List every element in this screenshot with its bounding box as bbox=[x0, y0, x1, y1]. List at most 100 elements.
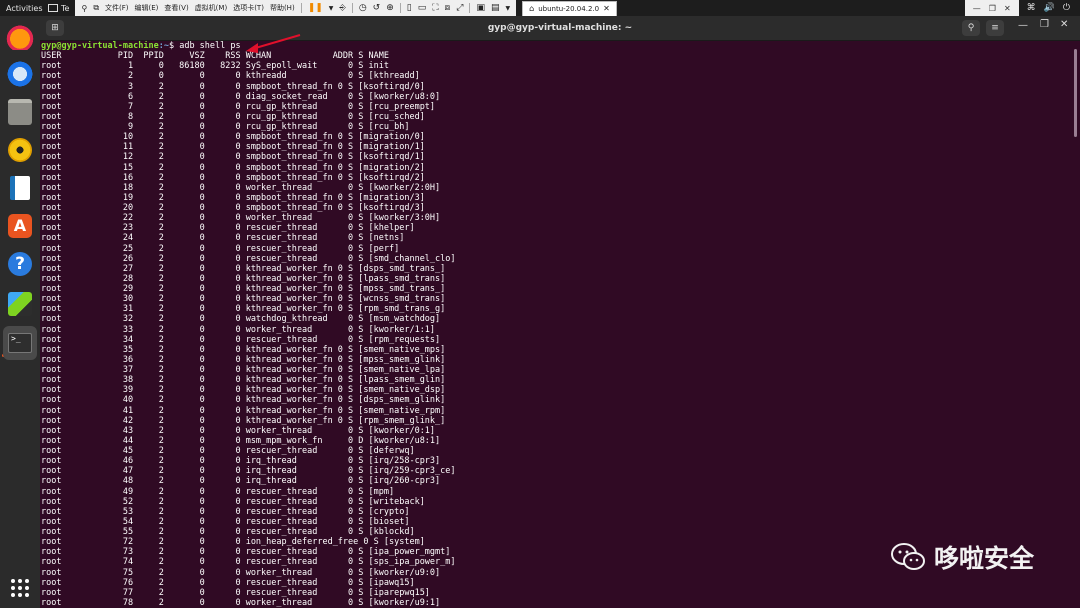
show-applications-icon[interactable] bbox=[6, 574, 34, 602]
send-keys-icon[interactable]: ⎆ bbox=[339, 3, 345, 13]
menu-button[interactable]: ≡ bbox=[986, 20, 1004, 36]
table-row: root 38 2 0 0 kthread_worker_fn 0 S [lpa… bbox=[41, 375, 446, 386]
close-icon[interactable]: ✕ bbox=[1060, 19, 1068, 30]
maximize-icon[interactable]: ❐ bbox=[1040, 19, 1049, 30]
menu-tabs[interactable]: 选项卡(T) bbox=[233, 3, 264, 13]
menu-view[interactable]: 查看(V) bbox=[164, 3, 188, 13]
menu-help[interactable]: 帮助(H) bbox=[270, 3, 295, 13]
table-row: root 30 2 0 0 kthread_worker_fn 0 S [wcn… bbox=[41, 294, 446, 305]
snapshot-icon[interactable]: ◷ bbox=[359, 3, 367, 13]
vm-tab[interactable]: ⌂ ubuntu-20.04.2.0 ✕ bbox=[522, 0, 617, 16]
table-row: root 46 2 0 0 irq_thread 0 S [irq/258-cp… bbox=[41, 456, 441, 467]
app-icon[interactable] bbox=[6, 290, 34, 318]
table-row: root 18 2 0 0 worker_thread 0 S [kworker… bbox=[41, 182, 441, 193]
snapshot-manager-icon[interactable]: ⊕ bbox=[386, 3, 394, 13]
close-icon[interactable]: ✕ bbox=[1004, 4, 1011, 13]
restore-icon[interactable]: ❐ bbox=[989, 4, 996, 13]
terminal-output[interactable]: gyp@gyp-virtual-machine:~$ adb shell ps … bbox=[40, 41, 1072, 608]
files-icon[interactable] bbox=[6, 98, 34, 126]
ubuntu-software-icon[interactable]: A bbox=[6, 212, 34, 240]
menu-edit[interactable]: 编辑(E) bbox=[135, 3, 159, 13]
table-row: root 3 2 0 0 smpboot_thread_fn 0 S [ksof… bbox=[41, 81, 425, 92]
minimize-icon[interactable]: — bbox=[973, 4, 981, 13]
thumbnail-view-icon[interactable]: ▭ bbox=[418, 3, 427, 13]
table-row: root 10 2 0 0 smpboot_thread_fn 0 S [mig… bbox=[41, 132, 425, 143]
annotation-arrow bbox=[246, 34, 301, 53]
table-row: root 35 2 0 0 kthread_worker_fn 0 S [sme… bbox=[41, 344, 446, 355]
vm-tab-label: ubuntu-20.04.2.0 bbox=[538, 4, 600, 13]
stretch-icon[interactable]: ⤢ bbox=[456, 3, 463, 13]
table-row: root 27 2 0 0 kthread_worker_fn 0 S [dsp… bbox=[41, 263, 446, 274]
search-button[interactable]: ⚲ bbox=[962, 20, 980, 36]
thunderbird-icon[interactable] bbox=[6, 60, 34, 88]
power-icon[interactable]: ⏻ bbox=[1063, 3, 1070, 13]
window-title: gyp@gyp-virtual-machine: ~ bbox=[487, 23, 633, 33]
table-row: root 33 2 0 0 worker_thread 0 S [kworker… bbox=[41, 324, 436, 335]
vm-icon[interactable]: ⧉ bbox=[93, 3, 99, 13]
volume-icon[interactable]: 🔊 bbox=[1044, 3, 1055, 13]
firefox-icon[interactable] bbox=[6, 22, 34, 50]
window-icon bbox=[48, 4, 58, 12]
scroll-thumb[interactable] bbox=[1074, 49, 1077, 137]
ps-header: USER PID PPID VSZ RSS WCHAN ADDR S NAME bbox=[41, 51, 389, 62]
table-row: root 47 2 0 0 irq_thread 0 S [irq/259-cp… bbox=[41, 466, 456, 477]
table-row: root 29 2 0 0 kthread_worker_fn 0 S [mps… bbox=[41, 284, 446, 294]
divider bbox=[469, 3, 471, 13]
fullscreen-icon[interactable]: ⛶ bbox=[432, 3, 438, 13]
terminal-scrollbar[interactable] bbox=[1072, 41, 1080, 608]
activities-button[interactable]: Activities bbox=[0, 4, 48, 13]
prompt-path: :~ bbox=[158, 41, 169, 51]
divider bbox=[300, 3, 302, 13]
table-row: root 20 2 0 0 smpboot_thread_fn 0 S [kso… bbox=[41, 203, 425, 213]
table-row: root 8 2 0 0 rcu_gp_kthread 0 S [rcu_sch… bbox=[41, 111, 425, 122]
watermark-text: 哆啦安全 bbox=[934, 544, 1035, 573]
close-icon[interactable]: ✕ bbox=[603, 4, 610, 13]
table-row: root 9 2 0 0 rcu_gp_kthread 0 S [rcu_bh] bbox=[41, 122, 410, 132]
ps-rows: root 1 0 86180 8232 SyS_epoll_wait 0 S i… bbox=[41, 61, 1072, 608]
table-row: root 24 2 0 0 rescuer_thread 0 S [netns] bbox=[41, 233, 405, 244]
table-row: root 49 2 0 0 rescuer_thread 0 S [mpm] bbox=[41, 486, 395, 497]
table-row: root 55 2 0 0 rescuer_thread 0 S [kblock… bbox=[41, 527, 415, 537]
dropdown-icon[interactable]: ▼ bbox=[329, 5, 334, 12]
table-row: root 23 2 0 0 rescuer_thread 0 S [khelpe… bbox=[41, 223, 415, 234]
help-icon[interactable]: ? bbox=[6, 250, 34, 278]
table-row: root 1 0 86180 8232 SyS_epoll_wait 0 S i… bbox=[41, 61, 389, 72]
table-row: root 52 2 0 0 rescuer_thread 0 S [writeb… bbox=[41, 496, 425, 507]
table-row: root 40 2 0 0 kthread_worker_fn 0 S [dsp… bbox=[41, 395, 446, 406]
pause-icon[interactable]: ❚❚ bbox=[308, 3, 323, 13]
table-row: root 48 2 0 0 irq_thread 0 S [irq/260-cp… bbox=[41, 476, 441, 487]
console-icon[interactable]: ▣ bbox=[476, 3, 485, 13]
te-tab[interactable]: Te bbox=[48, 4, 75, 13]
prompt-line: gyp@gyp-virtual-machine:~$ adb shell ps bbox=[41, 41, 1072, 51]
dock: A ? >_ bbox=[0, 16, 40, 608]
table-row: root 7 2 0 0 rcu_gp_kthread 0 S [rcu_pre… bbox=[41, 101, 436, 112]
table-row: root 25 2 0 0 rescuer_thread 0 S [perf] bbox=[41, 243, 400, 254]
minimize-icon[interactable]: — bbox=[1018, 20, 1028, 31]
terminal-headerbar: ⊞ gyp@gyp-virtual-machine: ~ ⚲ ≡ — ❐ ✕ bbox=[40, 16, 1080, 41]
unity-icon[interactable]: ⧈ bbox=[445, 3, 451, 13]
menu-file[interactable]: 文件(F) bbox=[105, 3, 129, 13]
home-icon: ⌂ bbox=[529, 4, 535, 13]
divider bbox=[351, 3, 353, 13]
table-row: root 42 2 0 0 kthread_worker_fn 0 S [rpm… bbox=[41, 415, 446, 426]
libreoffice-writer-icon[interactable] bbox=[6, 174, 34, 202]
terminal-icon[interactable]: >_ bbox=[3, 326, 37, 360]
table-row: root 54 2 0 0 rescuer_thread 0 S [bioset… bbox=[41, 516, 410, 527]
revert-snapshot-icon[interactable]: ↺ bbox=[373, 3, 381, 13]
view-mode-icon[interactable]: ▤ bbox=[491, 3, 500, 13]
pin-icon[interactable]: ⚲ bbox=[81, 4, 87, 13]
search-icon: ⚲ bbox=[967, 23, 975, 33]
table-row: root 34 2 0 0 rescuer_thread 0 S [rpm_re… bbox=[41, 334, 441, 345]
network-icon[interactable]: ⌘ bbox=[1027, 3, 1036, 13]
rhythmbox-icon[interactable] bbox=[6, 136, 34, 164]
wechat-icon bbox=[891, 543, 925, 570]
table-row: root 32 2 0 0 watchdog_kthread 0 S [msm_… bbox=[41, 314, 441, 325]
table-row: root 6 2 0 0 diag_socket_read 0 S [kwork… bbox=[41, 91, 441, 102]
menu-vm[interactable]: 虚拟机(M) bbox=[195, 3, 228, 13]
dropdown-icon[interactable]: ▼ bbox=[506, 5, 511, 12]
hamburger-icon: ≡ bbox=[991, 23, 999, 33]
table-row: root 16 2 0 0 smpboot_thread_fn 0 S [kso… bbox=[41, 172, 425, 183]
top-bar: Activities Te ⚲ ⧉ 文件(F) 编辑(E) 查看(V) 虚拟机(… bbox=[0, 0, 1080, 16]
table-row: root 78 2 0 0 worker_thread 0 S [kworker… bbox=[41, 597, 441, 608]
sidebar-view-icon[interactable]: ▯ bbox=[407, 3, 412, 13]
